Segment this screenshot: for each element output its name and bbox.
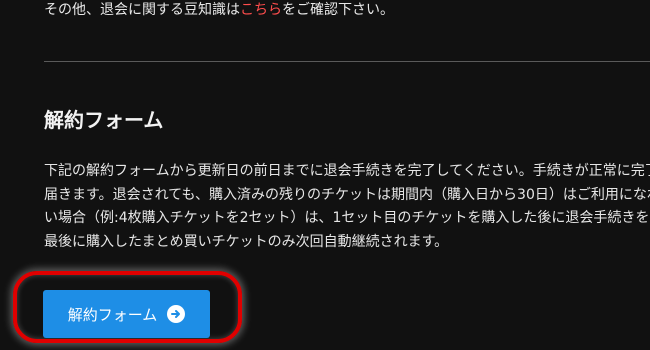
cancellation-form-button-label: 解約フォーム [67, 305, 158, 324]
notice-text: その他、退会に関する豆知識はこちらをご確認下さい。 [44, 0, 394, 20]
description-line: 下記の解約フォームから更新日の前日までに退会手続きを完了してください。手続きが正… [44, 163, 650, 179]
cancellation-form-button[interactable]: 解約フォーム [43, 290, 210, 338]
section-title: 解約フォーム [44, 108, 164, 132]
section-divider [44, 61, 650, 62]
description-line: 届きます。退会されても、購入済みの残りのチケットは期間内（購入日から30日）はご… [44, 186, 650, 203]
notice-prefix: その他、退会に関する豆知識は [44, 2, 240, 18]
arrow-right-circle-icon [167, 305, 186, 323]
description-line: い場合（例:4枚購入チケットを2セット）は、1セット目のチケットを購入した後に退… [44, 210, 650, 226]
description-line: 最後に購入したまとめ買いチケットのみ次回自動継続されます。 [44, 233, 449, 250]
section-description: 下記の解約フォームから更新日の前日までに退会手続きを完了してください。手続きが正… [44, 160, 650, 254]
notice-link[interactable]: こちら [240, 2, 282, 18]
notice-suffix: をご確認下さい。 [282, 2, 394, 18]
